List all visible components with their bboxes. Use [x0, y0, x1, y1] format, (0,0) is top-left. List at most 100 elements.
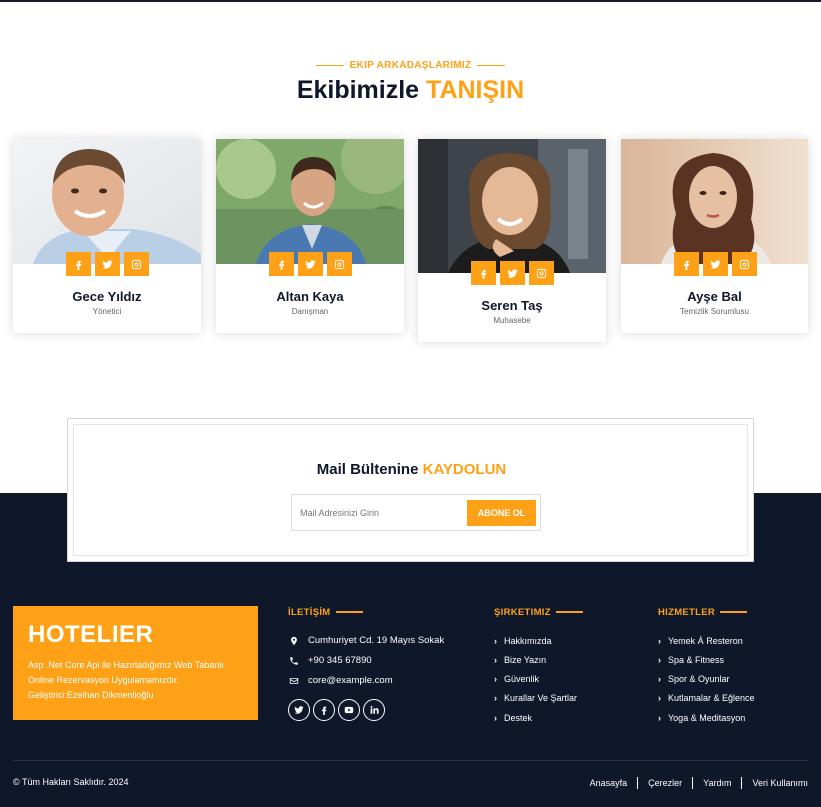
chevron-right-icon: › — [494, 713, 497, 723]
team-member-name: Altan Kaya — [276, 289, 344, 304]
footer-menu-link[interactable]: Çerezler — [637, 777, 692, 789]
envelope-icon — [288, 675, 300, 686]
team-card: Gece Yıldız Yönetici — [13, 139, 201, 333]
footer-menu-link[interactable]: Anasayfa — [580, 777, 638, 789]
team-member-role: Muhasebe — [493, 316, 531, 325]
instagram-icon[interactable] — [529, 261, 554, 285]
contact-phone: +90 345 67890 — [288, 655, 372, 666]
twitter-icon[interactable] — [298, 252, 323, 276]
newsletter-email-input[interactable] — [300, 501, 460, 524]
team-member-name: Seren Taş — [481, 298, 543, 313]
footer-menu-link[interactable]: Yardım — [692, 777, 741, 789]
facebook-icon[interactable] — [313, 699, 335, 721]
team-heading: Ekibimizle TANIŞIN — [0, 76, 821, 105]
map-marker-icon — [288, 635, 300, 646]
team-social-row — [674, 252, 757, 276]
brand-description: Asp .Net Core Api ile Hazırladığımız Web… — [28, 660, 224, 700]
twitter-icon[interactable] — [288, 699, 310, 721]
footer-link-label: Güvenlik — [504, 674, 540, 684]
team-heading-main: Ekibimizle — [296, 76, 420, 104]
team-member-photo — [418, 139, 606, 273]
chevron-right-icon: › — [494, 674, 497, 684]
footer-link-service[interactable]: › Kutlamalar & Eğlence — [658, 693, 755, 703]
footer-link-company[interactable]: › Kurallar Ve Şartlar — [494, 693, 577, 703]
newsletter-inner-border: Mail Bültenine KAYDOLUN ABONE OL — [73, 424, 748, 556]
team-member-role: Danışman — [291, 307, 329, 316]
footer-link-label: Yoga & Meditasyon — [668, 713, 746, 723]
team-member-photo — [621, 139, 808, 264]
chevron-right-icon: › — [658, 674, 661, 684]
instagram-icon[interactable] — [124, 252, 149, 276]
footer-link-label: Kurallar Ve Şartlar — [504, 693, 578, 703]
chevron-right-icon: › — [494, 655, 497, 665]
instagram-icon[interactable] — [732, 252, 757, 276]
newsletter-title: Mail Bültenine KAYDOLUN — [74, 461, 749, 478]
newsletter-form: ABONE OL — [291, 494, 541, 531]
team-social-row — [66, 252, 149, 276]
twitter-icon[interactable] — [95, 252, 120, 276]
footer-menu-link[interactable]: Veri Kullanımı — [741, 777, 808, 789]
footer-link-service[interactable]: › Spa & Fitness — [658, 655, 724, 665]
footer-link-company[interactable]: › Bize Yazın — [494, 655, 546, 665]
footer-link-company[interactable]: › Güvenlik — [494, 674, 539, 684]
company-title-text: ŞIRKETIMIZ — [494, 607, 551, 618]
contact-title-text: İLETİŞİM — [288, 607, 331, 618]
contact-column-title: İLETİŞİM — [288, 607, 363, 618]
phone-icon — [288, 655, 300, 666]
footer-bottom-menu: Anasayfa Çerezler Yardım Veri Kullanımı — [580, 777, 808, 789]
brand-title[interactable]: HOTELIER — [28, 621, 243, 649]
facebook-icon[interactable] — [674, 252, 699, 276]
chevron-right-icon: › — [658, 693, 661, 703]
facebook-icon[interactable] — [269, 252, 294, 276]
footer-link-service[interactable]: › Spor & Oyunlar — [658, 674, 730, 684]
footer-link-service[interactable]: › Yoga & Meditasyon — [658, 713, 745, 723]
chevron-right-icon: › — [494, 693, 497, 703]
footer-link-label: Destek — [504, 713, 533, 723]
team-member-role: Yönetici — [92, 307, 122, 316]
title-underline — [335, 611, 363, 614]
team-subheading-text: EKIP ARKADAŞLARIMIZ — [349, 60, 472, 71]
team-heading-accent: TANIŞIN — [426, 76, 525, 104]
team-member-role: Temizlik Sorumlusu — [680, 307, 749, 316]
team-social-row — [269, 252, 352, 276]
contact-address: Cumhuriyet Cd. 19 Mayıs Sokak — [288, 635, 444, 646]
footer-link-label: Bize Yazın — [504, 655, 547, 665]
footer-brand-box: HOTELIER Asp .Net Core Api ile Hazırladı… — [13, 606, 258, 720]
team-member-name: Ayşe Bal — [687, 289, 742, 304]
footer-divider — [13, 760, 808, 761]
footer-link-label: Hakkımızda — [504, 636, 552, 646]
contact-email-text: core@example.com — [308, 675, 393, 686]
subscribe-button[interactable]: ABONE OL — [467, 500, 536, 526]
subheading-line-right — [477, 64, 506, 66]
footer-link-label: Yemek Á Resteron — [668, 636, 743, 646]
team-member-name: Gece Yıldız — [72, 289, 142, 304]
chevron-right-icon: › — [658, 636, 661, 646]
twitter-icon[interactable] — [703, 252, 728, 276]
footer-link-company[interactable]: › Hakkımızda — [494, 636, 552, 646]
team-card: Altan Kaya Danışman — [216, 139, 404, 333]
instagram-icon[interactable] — [327, 252, 352, 276]
linkedin-icon[interactable] — [363, 699, 385, 721]
facebook-icon[interactable] — [66, 252, 91, 276]
contact-phone-text: +90 345 67890 — [308, 655, 372, 666]
title-underline — [555, 611, 583, 614]
chevron-right-icon: › — [658, 655, 661, 665]
team-subheading: EKIP ARKADAŞLARIMIZ — [0, 60, 821, 71]
footer-link-label: Kutlamalar & Eğlence — [668, 693, 755, 703]
subheading-line-left — [315, 64, 344, 66]
services-column-title: HIZMETLER — [658, 607, 748, 618]
chevron-right-icon: › — [494, 636, 497, 646]
newsletter-box: Mail Bültenine KAYDOLUN ABONE OL — [67, 418, 754, 562]
services-title-text: HIZMETLER — [658, 607, 716, 618]
facebook-icon[interactable] — [471, 261, 496, 285]
team-card: Ayşe Bal Temizlik Sorumlusu — [621, 139, 808, 333]
contact-address-text: Cumhuriyet Cd. 19 Mayıs Sokak — [308, 635, 445, 646]
youtube-icon[interactable] — [338, 699, 360, 721]
team-card: Seren Taş Muhasebe — [418, 139, 606, 342]
footer-link-label: Spor & Oyunlar — [668, 674, 730, 684]
footer-link-company[interactable]: › Destek — [494, 713, 532, 723]
contact-email: core@example.com — [288, 675, 393, 686]
footer-link-label: Spa & Fitness — [668, 655, 725, 665]
footer-link-service[interactable]: › Yemek Á Resteron — [658, 636, 743, 646]
twitter-icon[interactable] — [500, 261, 525, 285]
